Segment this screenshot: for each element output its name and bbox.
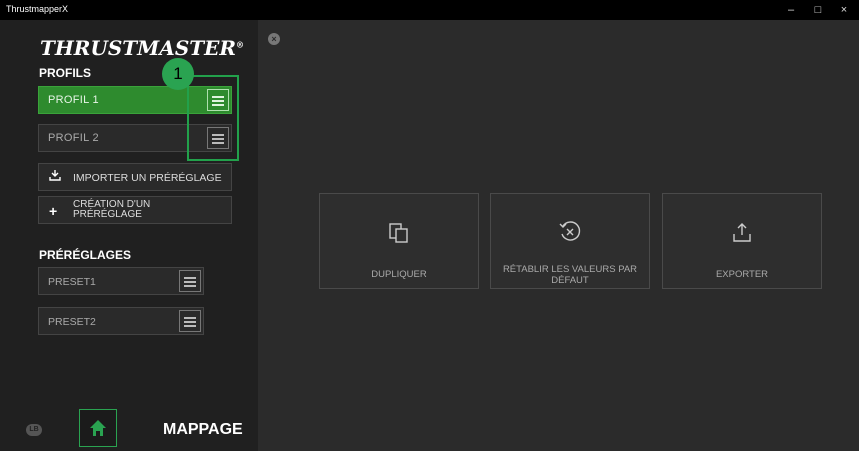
close-window-button[interactable]: × xyxy=(834,2,854,18)
presets-title: PRÉRÉGLAGES xyxy=(39,248,132,262)
duplicate-icon xyxy=(320,222,478,249)
minimize-button[interactable]: – xyxy=(781,2,801,18)
window-title: ThrustmapperX xyxy=(6,4,69,14)
close-circle-icon[interactable]: × xyxy=(268,33,280,45)
preset-label: PRESET2 xyxy=(48,316,96,328)
profile-label: PROFIL 1 xyxy=(48,94,99,106)
export-label: EXPORTER xyxy=(715,269,769,280)
preset-1-menu-icon[interactable] xyxy=(179,270,201,292)
preset-2-menu-icon[interactable] xyxy=(179,310,201,332)
plus-icon: + xyxy=(49,203,58,219)
restore-defaults-card[interactable]: RÉTABLIR LES VALEURS PAR DÉFAUT xyxy=(490,193,650,289)
brand-logo: THRUSTMASTER® xyxy=(40,36,245,60)
preset-item-2[interactable]: PRESET2 xyxy=(38,307,204,335)
import-preset-label: IMPORTER UN PRÉRÉGLAGE xyxy=(73,172,222,184)
lb-button-icon: LB xyxy=(26,424,42,436)
export-icon xyxy=(663,222,821,249)
maximize-button[interactable]: □ xyxy=(808,2,828,18)
duplicate-card[interactable]: DUPLIQUER xyxy=(319,193,479,289)
annotation-highlight-box xyxy=(187,75,239,161)
import-preset-button[interactable]: IMPORTER UN PRÉRÉGLAGE xyxy=(38,163,232,191)
title-bar: ThrustmapperX – □ × xyxy=(0,0,859,20)
restore-defaults-label: RÉTABLIR LES VALEURS PAR DÉFAUT xyxy=(502,264,638,286)
mode-label: MAPPAGE xyxy=(163,421,243,438)
annotation-badge: 1 xyxy=(162,58,194,90)
profiles-title: PROFILS xyxy=(39,66,92,80)
export-card[interactable]: EXPORTER xyxy=(662,193,822,289)
home-icon xyxy=(90,420,106,436)
create-preset-label: CRÉATION D'UN PRÉRÉGLAGE xyxy=(73,199,151,220)
restore-icon xyxy=(491,220,649,249)
duplicate-label: DUPLIQUER xyxy=(371,269,427,280)
profile-label: PROFIL 2 xyxy=(48,132,99,144)
create-preset-button[interactable]: + CRÉATION D'UN PRÉRÉGLAGE xyxy=(38,196,232,224)
preset-label: PRESET1 xyxy=(48,276,96,288)
preset-item-1[interactable]: PRESET1 xyxy=(38,267,204,295)
home-button[interactable] xyxy=(79,409,117,447)
import-icon xyxy=(49,169,61,184)
